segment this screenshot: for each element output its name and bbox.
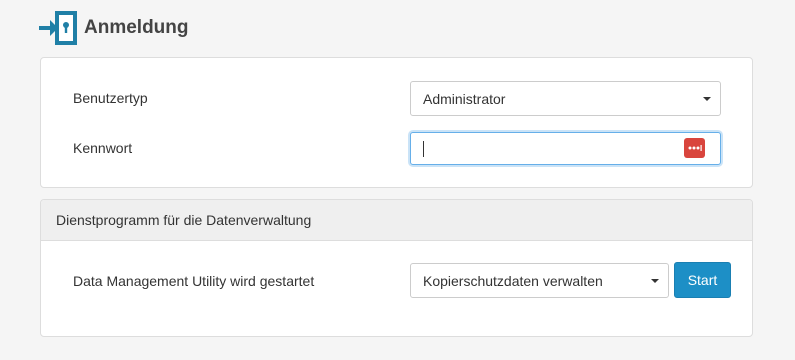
dmu-action-label: Data Management Utility wird gestartet (73, 273, 315, 289)
panel-heading: Dienstprogramm für die Datenverwaltung (41, 200, 752, 241)
user-type-label: Benutzertyp (73, 90, 148, 106)
chevron-down-icon (703, 96, 711, 101)
password-manager-icon[interactable] (684, 138, 705, 158)
dmu-action-select[interactable]: Kopierschutzdaten verwalten (410, 263, 669, 298)
page-header: Anmeldung (38, 10, 189, 46)
user-type-select[interactable]: Administrator (410, 81, 721, 116)
password-input[interactable] (410, 132, 721, 165)
page-title: Anmeldung (84, 17, 189, 38)
start-button[interactable]: Start (674, 262, 731, 298)
dmu-action-value: Kopierschutzdaten verwalten (423, 272, 603, 289)
login-panel: Benutzertyp Administrator Kennwort (40, 57, 753, 188)
password-label: Kennwort (73, 140, 133, 156)
text-cursor (423, 141, 424, 157)
chevron-down-icon (651, 278, 659, 283)
user-type-value: Administrator (423, 90, 506, 107)
data-management-panel: Dienstprogramm für die Datenverwaltung D… (40, 199, 753, 337)
login-door-icon (39, 11, 77, 45)
